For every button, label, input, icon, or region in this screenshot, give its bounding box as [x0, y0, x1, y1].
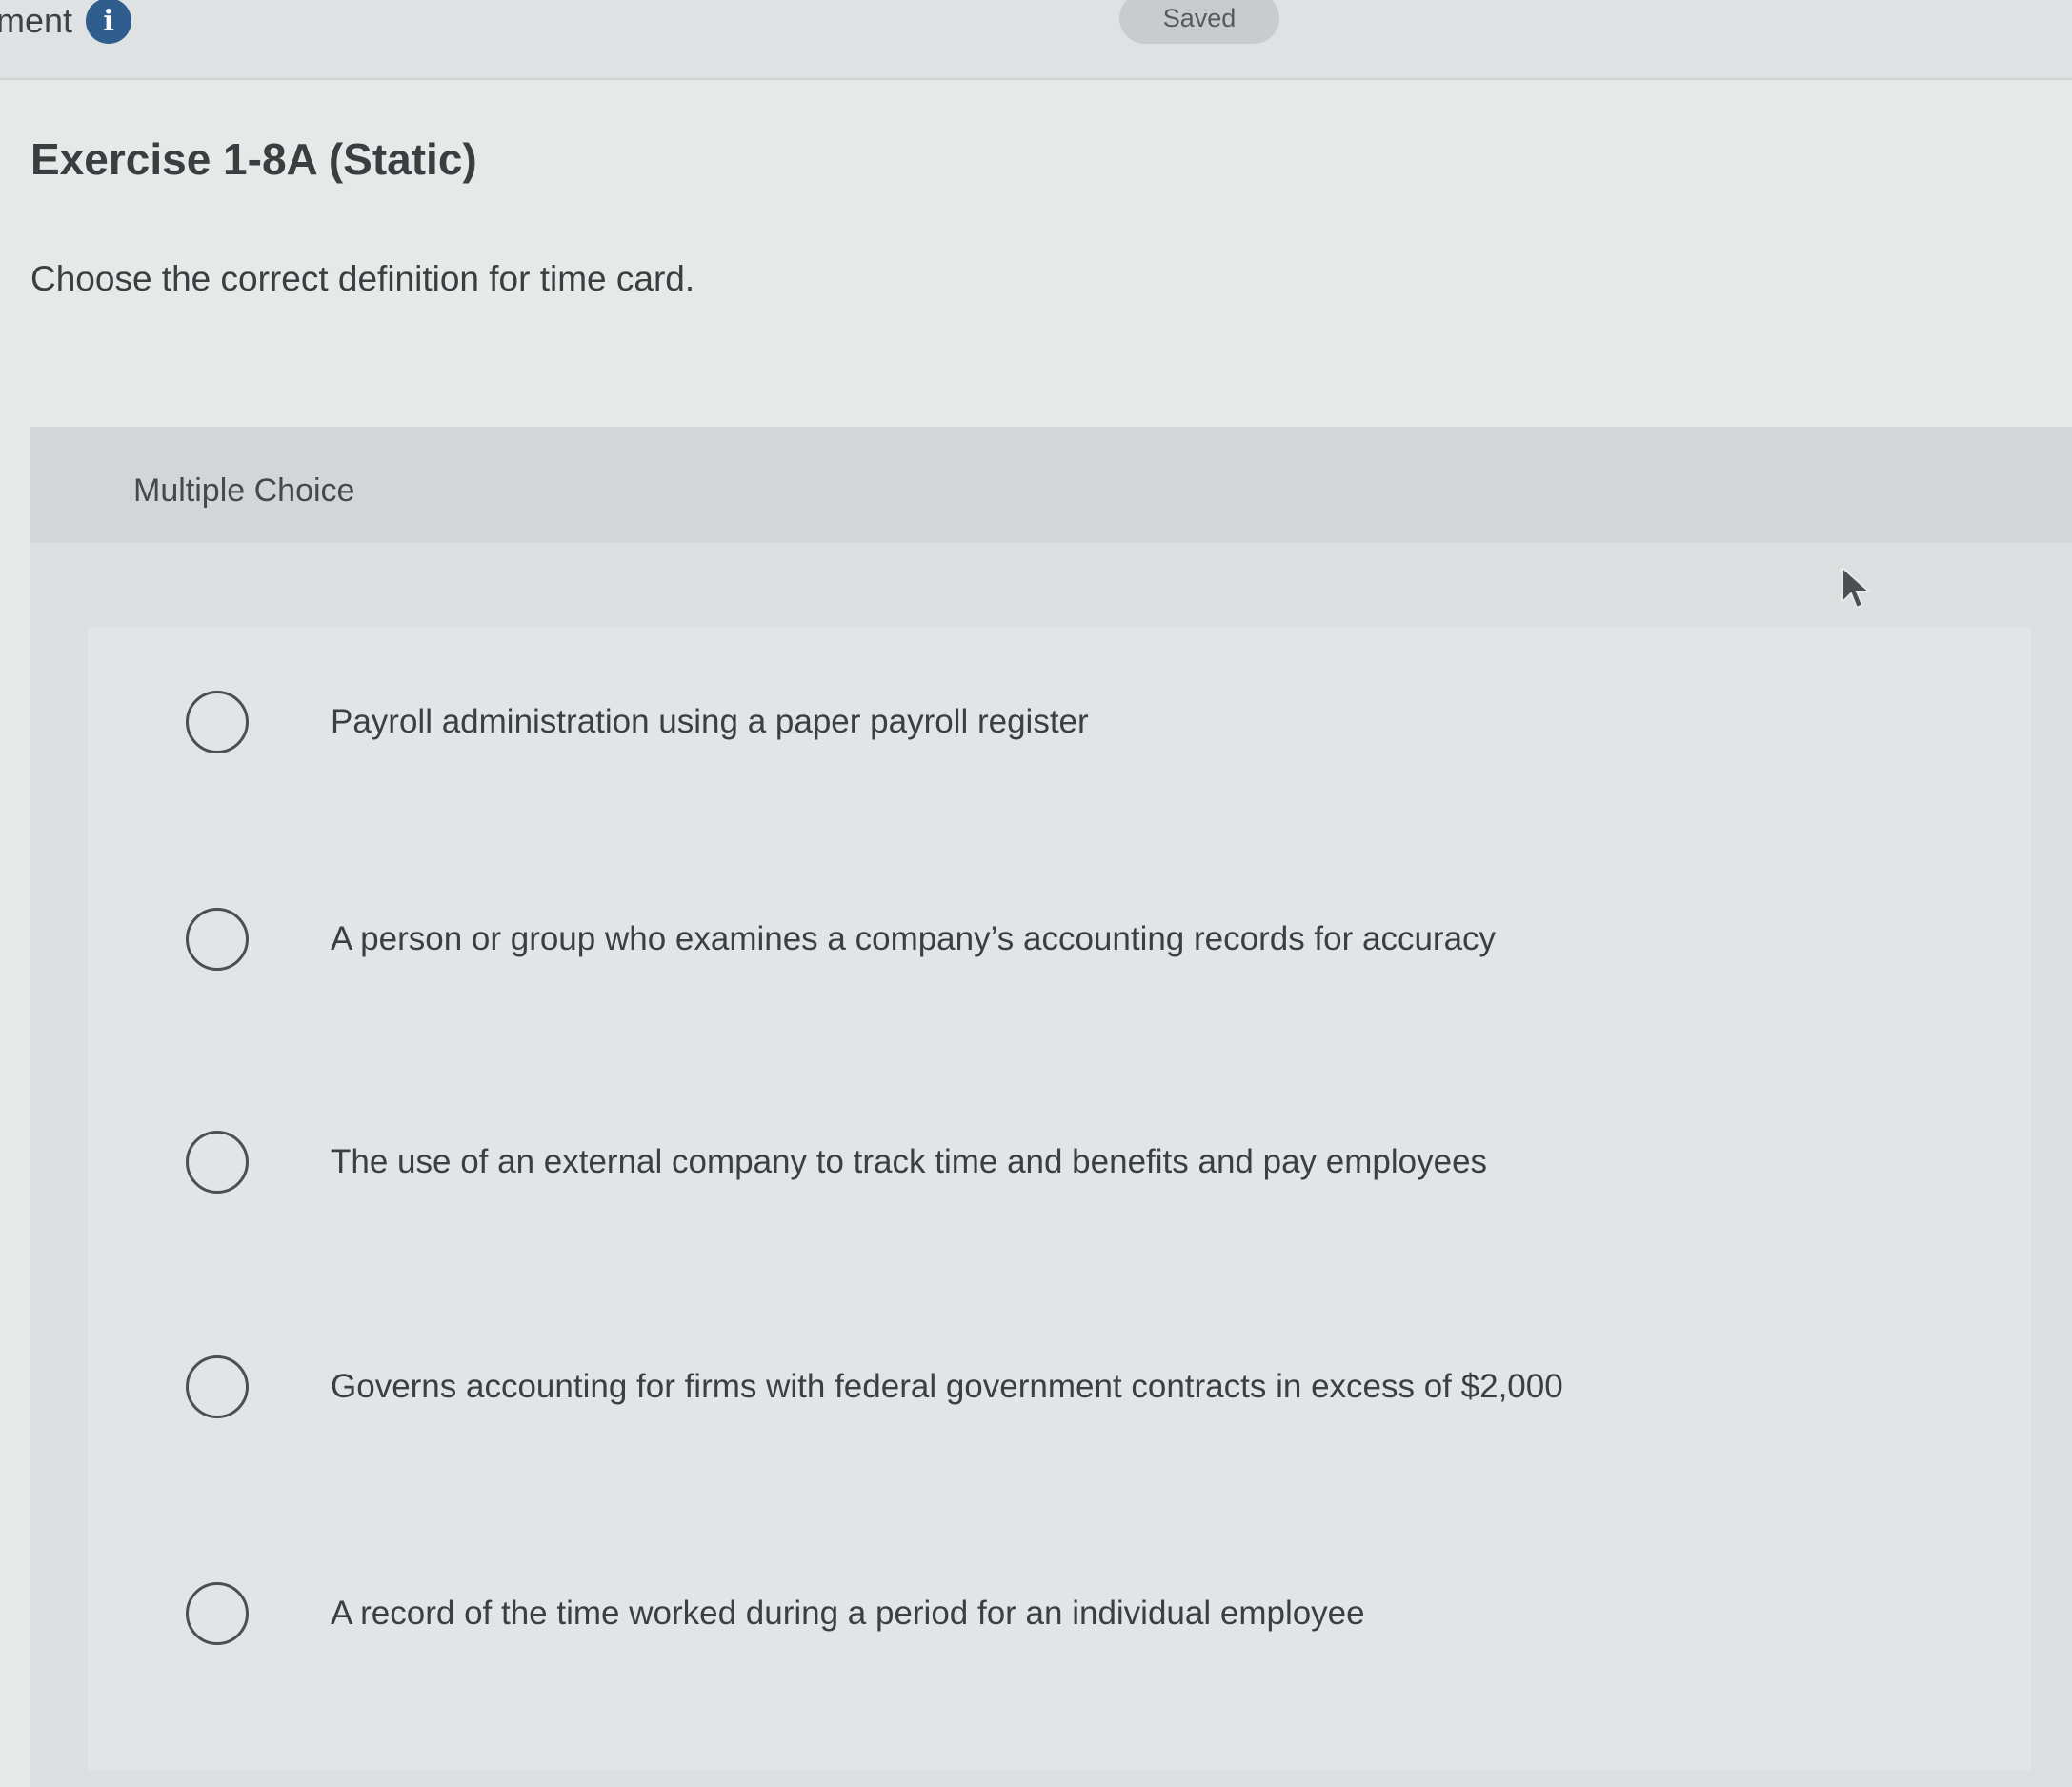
question-prompt: Choose the correct definition for time c…: [30, 259, 695, 298]
radio-icon[interactable]: [186, 1355, 249, 1418]
answer-option-label[interactable]: A record of the time worked during a per…: [331, 1595, 1365, 1633]
answer-option-3[interactable]: The use of an external company to track …: [88, 1067, 2031, 1257]
multiple-choice-header: Multiple Choice: [30, 427, 2072, 543]
mouse-cursor-icon: [1841, 566, 1872, 610]
answer-option-label[interactable]: A person or group who examines a company…: [331, 920, 1496, 958]
answer-option-4[interactable]: Governs accounting for firms with federa…: [88, 1292, 2031, 1482]
multiple-choice-label: Multiple Choice: [133, 472, 355, 509]
radio-icon[interactable]: [186, 1582, 249, 1645]
info-icon[interactable]: i: [86, 0, 132, 44]
assignment-title-area: ment i: [0, 0, 132, 44]
saved-status-badge: Saved: [1119, 0, 1279, 44]
answer-option-label[interactable]: The use of an external company to track …: [331, 1143, 1487, 1181]
radio-icon[interactable]: [186, 908, 249, 971]
radio-icon[interactable]: [186, 691, 249, 753]
multiple-choice-panel: Multiple Choice Payroll administration u…: [30, 427, 2072, 1787]
exercise-title: Exercise 1-8A (Static): [30, 134, 477, 184]
radio-icon[interactable]: [186, 1131, 249, 1194]
answer-option-5[interactable]: A record of the time worked during a per…: [88, 1518, 2031, 1709]
answer-option-2[interactable]: A person or group who examines a company…: [88, 844, 2031, 1034]
assignment-title: ment: [0, 1, 73, 40]
answer-option-1[interactable]: Payroll administration using a paper pay…: [88, 627, 2031, 817]
answer-option-label[interactable]: Governs accounting for firms with federa…: [331, 1368, 1563, 1406]
top-bar: ment i Saved: [0, 0, 2072, 80]
answer-options-list: Payroll administration using a paper pay…: [88, 627, 2031, 1770]
answer-option-label[interactable]: Payroll administration using a paper pay…: [331, 703, 1089, 741]
